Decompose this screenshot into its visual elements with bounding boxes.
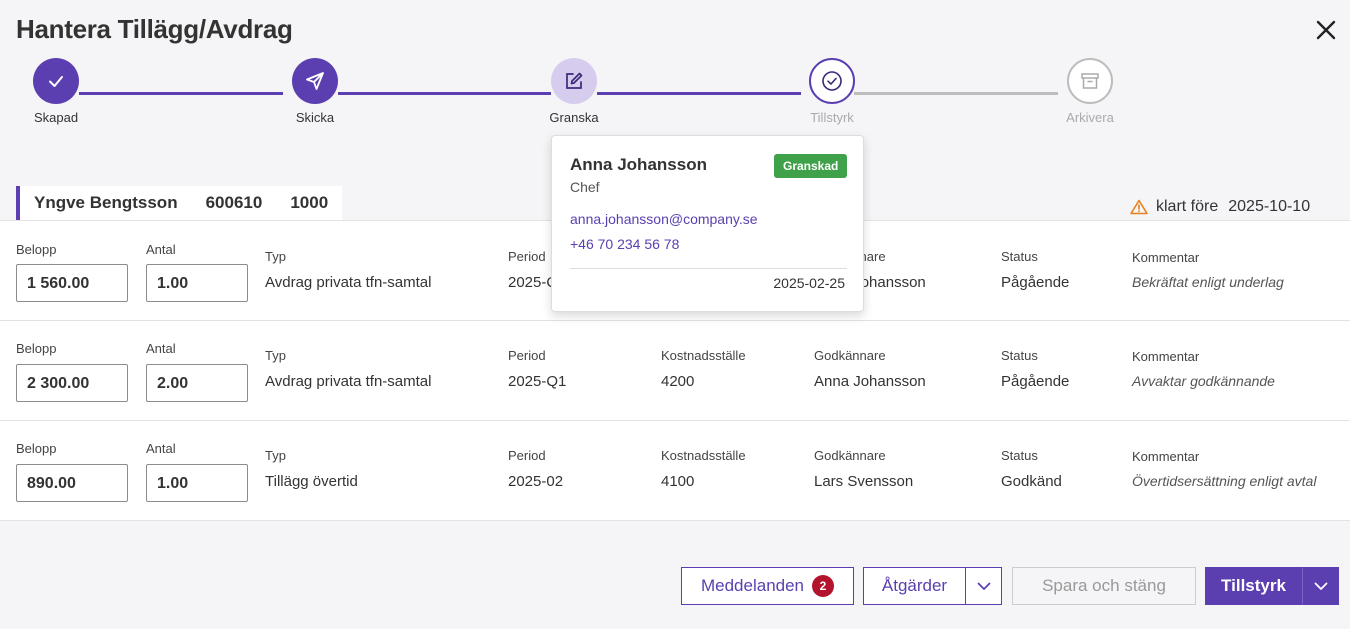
deadline-label: klart före [1156,198,1219,215]
typ-label: Typ [265,348,286,363]
belopp-input[interactable]: 2 300.00 [16,364,128,402]
typ-label: Typ [265,448,286,463]
belopp-input[interactable]: 890.00 [16,464,128,502]
messages-button[interactable]: Meddelanden 2 [681,567,854,605]
belopp-label: Belopp [16,242,57,257]
employee-tab[interactable]: Yngve Bengtsson 600610 1000 [16,186,343,220]
status-badge: Granskad [774,154,848,178]
popover-phone-link[interactable]: +46 70 234 56 78 [570,236,679,252]
kommentar-label: Kommentar [1132,349,1200,364]
godkannare-value[interactable]: Anna Johansson [814,373,926,390]
actions-label: Åtgärder [881,576,948,595]
approve-dropdown-button[interactable] [1302,567,1339,605]
belopp-label: Belopp [16,441,57,456]
kostnadsstalle-value: 4200 [661,373,695,390]
typ-value: Avdrag privata tfn-samtal [265,274,432,291]
kostnadsstalle-value: 4100 [661,473,695,490]
step-label: Tillstyrk [810,110,854,125]
period-label: Period [508,348,546,363]
status-label: Status [1001,348,1038,363]
step-label: Granska [549,110,599,125]
period-value: 2025-Q1 [508,373,567,390]
list-item: Belopp 2 300.00 Antal 2.00 Typ Avdrag pr… [0,321,1350,421]
step-connector [79,92,283,95]
step-tillstyrk[interactable] [809,58,855,104]
approve-label: Tillstyrk [1221,576,1286,595]
antal-input[interactable]: 2.00 [146,364,248,402]
godkannare-value[interactable]: Lars Svensson [814,473,913,490]
popover-email-link[interactable]: anna.johansson@company.se [570,211,758,227]
belopp-input[interactable]: 1 560.00 [16,264,128,302]
step-connector [854,92,1058,95]
action-footer: Meddelanden 2 Åtgärder Spara och stäng T… [0,538,1350,629]
antal-input[interactable]: 1.00 [146,464,248,502]
actions-button[interactable]: Åtgärder [863,567,965,605]
edit-icon [566,72,583,89]
period-value: 2025-02 [508,473,564,490]
typ-value: Avdrag privata tfn-samtal [265,373,432,390]
check-circle-icon [822,71,842,91]
step-granska[interactable] [551,58,597,104]
kommentar-label: Kommentar [1132,449,1200,464]
actions-dropdown-button[interactable] [965,567,1002,605]
status-label: Status [1001,249,1038,264]
status-value: Pågående [1001,274,1070,291]
approver-popover: Anna Johansson Granskad Chef anna.johans… [551,135,864,312]
chevron-down-icon [1314,582,1327,590]
kostnadsstalle-label: Kostnadsställe [661,448,746,463]
status-label: Status [1001,448,1038,463]
step-label: Skapad [33,110,79,125]
warning-icon [1130,199,1148,215]
step-skapad[interactable] [33,58,79,104]
close-button[interactable] [1312,16,1340,44]
close-icon [1316,20,1336,40]
send-icon [306,72,324,90]
typ-value: Tillägg övertid [265,473,358,490]
save-close-button[interactable]: Spara och stäng [1012,567,1196,605]
deadline-info: klart före 2025-10-10 [1130,198,1310,216]
messages-label: Meddelanden [700,576,805,595]
step-skicka[interactable] [292,58,338,104]
godkannare-label: Godkännare [814,448,886,463]
popover-date: 2025-02-25 [773,275,845,291]
kommentar-value: Bekräftat enligt underlag [1132,274,1284,290]
messages-count-badge: 2 [812,575,835,597]
antal-label: Antal [146,441,176,456]
status-value: Godkänd [1001,473,1062,490]
typ-label: Typ [265,249,286,264]
approve-button[interactable]: Tillstyrk [1205,567,1302,605]
status-value: Pågående [1001,373,1070,390]
belopp-label: Belopp [16,341,57,356]
antal-label: Antal [146,341,176,356]
period-label: Period [508,249,546,264]
deadline-date: 2025-10-10 [1228,198,1311,215]
godkannare-label: Godkännare [814,348,886,363]
employee-name: Yngve Bengtsson [34,193,178,212]
step-connector [338,92,551,95]
popover-name: Anna Johansson [570,155,707,174]
archive-icon [1081,73,1099,89]
employee-id: 600610 [205,193,263,212]
list-item: Belopp 890.00 Antal 1.00 Typ Tillägg öve… [0,421,1350,521]
kostnadsstalle-label: Kostnadsställe [661,348,746,363]
popover-role: Chef [570,179,600,195]
chevron-down-icon [977,582,990,590]
antal-input[interactable]: 1.00 [146,264,248,302]
kommentar-label: Kommentar [1132,250,1200,265]
page-title: Hantera Tillägg/Avdrag [16,14,293,44]
employee-code: 1000 [290,193,329,212]
workflow-stepper: Skapad Skicka Granska Tillstyrk Arkivera [0,58,1350,138]
check-icon [49,76,63,87]
step-connector [597,92,801,95]
step-label: Arkivera [1066,110,1114,125]
step-arkivera[interactable] [1067,58,1113,104]
kommentar-value: Övertidsersättning enligt avtal [1132,473,1317,489]
antal-label: Antal [146,242,176,257]
period-label: Period [508,448,546,463]
step-label: Skicka [295,110,335,125]
kommentar-value: Avvaktar godkännande [1132,373,1275,389]
save-close-label: Spara och stäng [1042,576,1166,595]
divider [570,268,847,269]
